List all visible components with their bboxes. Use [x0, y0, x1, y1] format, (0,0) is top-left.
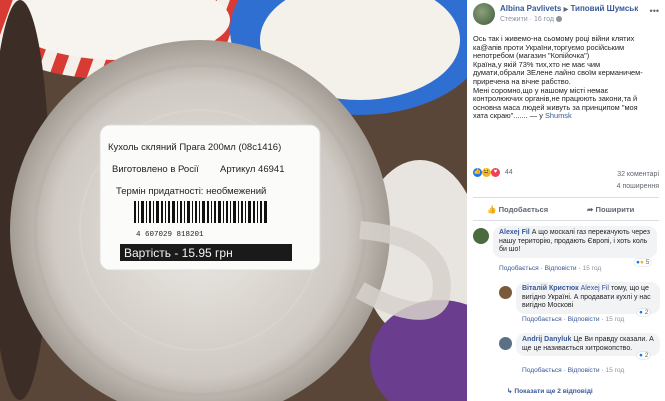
author-line: Albina Pavlivets ▶ Типовий Шумськ — [500, 4, 638, 13]
commenter-avatar[interactable] — [473, 228, 489, 244]
commenter-avatar[interactable] — [499, 337, 512, 350]
comment-reactions-badge[interactable]: ● 2 — [637, 309, 651, 316]
thumbs-up-icon: 👍 — [487, 205, 497, 214]
reaction-count: 44 — [504, 169, 513, 176]
photo-illustration: Кухоль скляний Прага 200мл (08с1416) Виг… — [0, 0, 467, 401]
post-header: Albina Pavlivets ▶ Типовий Шумськ Стежит… — [473, 3, 663, 29]
comment-reactions-badge[interactable]: ●● 5 — [634, 259, 652, 266]
reply-arrow-icon: ↳ — [507, 388, 513, 395]
post-panel: Albina Pavlivets ▶ Типовий Шумськ Стежит… — [467, 0, 665, 401]
like-reaction-icon: ● — [639, 352, 643, 359]
comment-reply-link[interactable]: Відповісти — [568, 367, 600, 374]
author-avatar[interactable] — [473, 3, 495, 25]
share-button[interactable]: ➦ Поширити — [587, 205, 634, 214]
show-more-replies-link[interactable]: ↳ Показати ще 2 відповіді — [507, 387, 593, 395]
post-meta: Стежити · 16 год — [500, 16, 562, 23]
more-options-icon[interactable]: ••• — [650, 6, 659, 16]
location-link[interactable]: Shumsk — [545, 111, 572, 121]
comment-reply-link[interactable]: Відповісти — [568, 316, 600, 323]
globe-icon — [555, 16, 562, 23]
comments-count[interactable]: 32 коментарі — [617, 171, 659, 178]
comment-like-link[interactable]: Подобається — [522, 316, 562, 323]
label-line-2a: Виготовлено в Росії — [112, 164, 199, 175]
heart-reaction-icon: ♥ — [490, 168, 500, 177]
comment-actions: Подобається · Відповісти · 15 год — [522, 316, 625, 323]
mention-link[interactable]: Alexej Fil — [581, 285, 609, 292]
comment-time[interactable]: 15 год — [605, 316, 624, 323]
comment-actions: Подобається · Відповісти · 15 год — [522, 367, 625, 374]
barcode-digits: 4 607029 818201 — [136, 231, 204, 239]
comment-actions: Подобається · Відповісти · 15 год — [499, 265, 602, 272]
post-time[interactable]: 16 год — [534, 16, 554, 23]
like-reaction-icon: ● — [639, 309, 643, 316]
price-tag: Вартість - 15.95 грн — [124, 246, 233, 260]
comment-like-link[interactable]: Подобається — [522, 367, 562, 374]
commenter-name[interactable]: Віталій Кристюк — [522, 285, 579, 292]
post-text-line-last: хата скраю"....... — у Shumsk — [473, 111, 572, 121]
label-line-3: Термін придатності: необмежений — [116, 186, 266, 197]
post-photo[interactable]: Кухоль скляний Прага 200мл (08с1416) Виг… — [0, 0, 467, 401]
comment-like-link[interactable]: Подобається — [499, 265, 539, 272]
comment-reply-link[interactable]: Відповісти — [545, 265, 577, 272]
like-reaction-icon: 👍 — [473, 168, 482, 177]
comment-time[interactable]: 15 год — [605, 367, 624, 374]
haha-reaction-icon: ● — [639, 259, 644, 266]
divider — [473, 197, 659, 198]
commenter-avatar[interactable] — [499, 286, 512, 299]
privacy-label[interactable]: Стежити — [500, 16, 528, 23]
arrow-icon: ▶ — [563, 7, 569, 13]
label-line-2b: Артикул 46941 — [220, 164, 284, 175]
group-name[interactable]: Типовий Шумськ — [570, 4, 638, 13]
divider — [473, 220, 659, 221]
label-line-1: Кухоль скляний Прага 200мл (08с1416) — [108, 142, 281, 153]
comment: Alexej Fil А що москалі газ перекачують … — [493, 226, 657, 258]
haha-reaction-icon: 😆 — [481, 168, 491, 177]
post-text: Ось так і живемо-на сьомому році війни к… — [473, 34, 663, 121]
commenter-name[interactable]: Andrij Danyluk — [522, 336, 571, 343]
like-button[interactable]: 👍 Подобається — [487, 205, 548, 214]
comment-reactions-badge[interactable]: ● 2 — [637, 352, 651, 359]
author-name[interactable]: Albina Pavlivets — [500, 4, 561, 13]
share-icon: ➦ — [587, 205, 594, 214]
commenter-name[interactable]: Alexej Fil — [499, 229, 530, 236]
shares-count[interactable]: 4 поширення — [617, 183, 659, 190]
comment-time[interactable]: 15 год — [582, 265, 601, 272]
